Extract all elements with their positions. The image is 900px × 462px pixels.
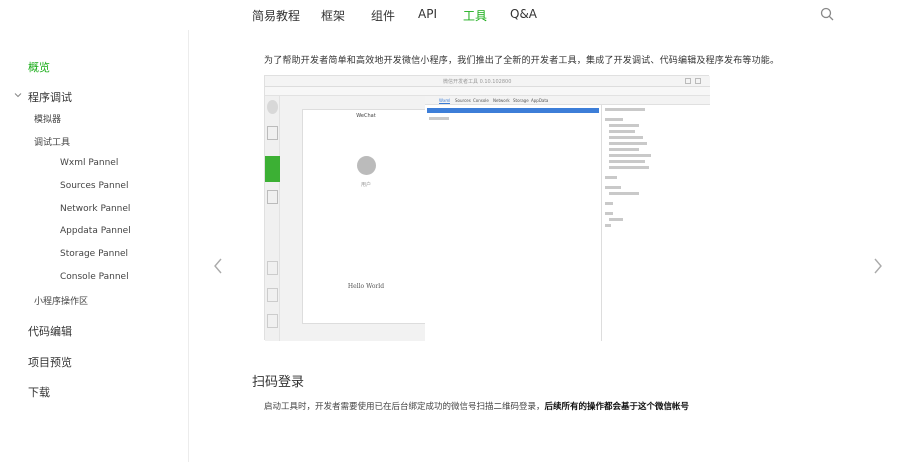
sidebar-item-network[interactable]: Network Pannel [60,204,130,214]
style-line [605,224,611,227]
screenshot-hello-text: Hello World [347,283,385,290]
screenshot-user-name: 用户 [360,182,371,188]
screenshot-tab-network: Network [493,98,510,103]
screenshot-project-icon [267,190,278,204]
style-line [605,118,623,121]
screenshot-compile-icon [267,261,278,275]
chevron-down-icon [14,93,22,98]
sidebar-item-simulator[interactable]: 模拟器 [34,112,61,125]
style-line [609,130,635,133]
nav-components[interactable]: 组件 [371,7,395,24]
intro-text: 为了帮助开发者简单和高效地开发微信小程序，我们推出了全新的开发者工具，集成了开发… [264,56,780,66]
section-title: 扫码登录 [252,375,305,390]
screenshot-debug-tab [265,156,280,182]
style-line [605,186,621,189]
screenshot-phone: WeChat 用户 Hello World [302,109,428,324]
sidebar: 概览 程序调试 模拟器 调试工具 Wxml Pannel Sources Pan… [0,30,189,462]
style-line [605,108,645,111]
sidebar-item-wxml[interactable]: Wxml Pannel [60,158,118,168]
screenshot-devtools-split [601,105,602,341]
sidebar-item-preview[interactable]: 项目预览 [28,354,72,370]
style-line [605,212,613,215]
sidebar-item-sources[interactable]: Sources Pannel [60,181,128,191]
screenshot-devtools-tabs: Wxml Sources Console Network Storage App… [425,96,710,105]
style-line [605,202,613,205]
sidebar-item-console[interactable]: Console Pannel [60,272,129,282]
next-arrow-icon[interactable] [872,257,884,275]
style-line [609,124,639,127]
minimize-icon [685,78,691,84]
screenshot-left-toolbar [265,96,280,341]
code-line [429,117,449,120]
style-line [609,166,649,169]
screenshot-titlebar: 微信开发者工具 0.10.102800 [265,76,710,87]
screenshot-toolbar [265,87,710,96]
sidebar-item-ops[interactable]: 小程序操作区 [34,294,88,307]
sidebar-item-download[interactable]: 下载 [28,384,50,400]
nav-qa[interactable]: Q&A [510,7,537,21]
style-line [605,176,617,179]
sidebar-item-debug[interactable]: 程序调试 [28,89,72,105]
style-line [609,218,623,221]
section-text-plain: 启动工具时，开发者需要使用已在后台绑定成功的微信号扫描二维码登录， [264,402,545,412]
nav-tools[interactable]: 工具 [463,7,487,24]
sidebar-item-code-edit[interactable]: 代码编辑 [28,323,72,339]
screenshot-tab-appdata: AppData [531,98,549,103]
nav-tutorial[interactable]: 简易教程 [252,7,300,24]
sidebar-item-debug-tools[interactable]: 调试工具 [34,135,70,148]
prev-arrow-icon[interactable] [212,257,224,275]
style-line [609,136,643,139]
screenshot-selected-node [427,108,599,113]
screenshot-settings-icon [267,314,278,328]
tool-screenshot: 微信开发者工具 0.10.102800 WeChat 用户 Hello Worl… [264,75,710,341]
screenshot-window-title: 微信开发者工具 0.10.102800 [443,79,512,85]
screenshot-tab-sources: Sources [455,98,471,103]
screenshot-tab-wxml: Wxml [439,98,451,104]
nav-framework[interactable]: 框架 [321,7,345,24]
screenshot-devtools: Wxml Sources Console Network Storage App… [425,96,710,341]
nav-api[interactable]: API [418,7,437,21]
top-nav: 简易教程 框架 组件 API 工具 Q&A [0,0,900,30]
style-line [609,148,639,151]
screenshot-tab-storage: Storage [513,98,529,103]
screenshot-avatar-icon [267,100,278,114]
style-line [609,160,645,163]
screenshot-phone-title: WeChat [356,113,376,119]
screenshot-preview-icon [267,288,278,302]
screenshot-edit-icon [267,126,278,140]
sidebar-item-storage[interactable]: Storage Pannel [60,249,128,259]
close-icon [695,78,701,84]
sidebar-item-overview[interactable]: 概览 [28,59,50,75]
screenshot-simulator: WeChat 用户 Hello World [280,96,428,341]
search-icon[interactable] [820,7,834,21]
screenshot-tab-console: Console [473,98,489,103]
sidebar-item-appdata[interactable]: Appdata Pannel [60,226,131,236]
style-line [609,192,639,195]
style-line [609,154,651,157]
style-line [609,142,647,145]
section-text: 启动工具时，开发者需要使用已在后台绑定成功的微信号扫描二维码登录，后续所有的操作… [264,400,689,412]
section-text-bold: 后续所有的操作都会基于这个微信帐号 [544,402,690,412]
screenshot-user-avatar [357,156,376,175]
